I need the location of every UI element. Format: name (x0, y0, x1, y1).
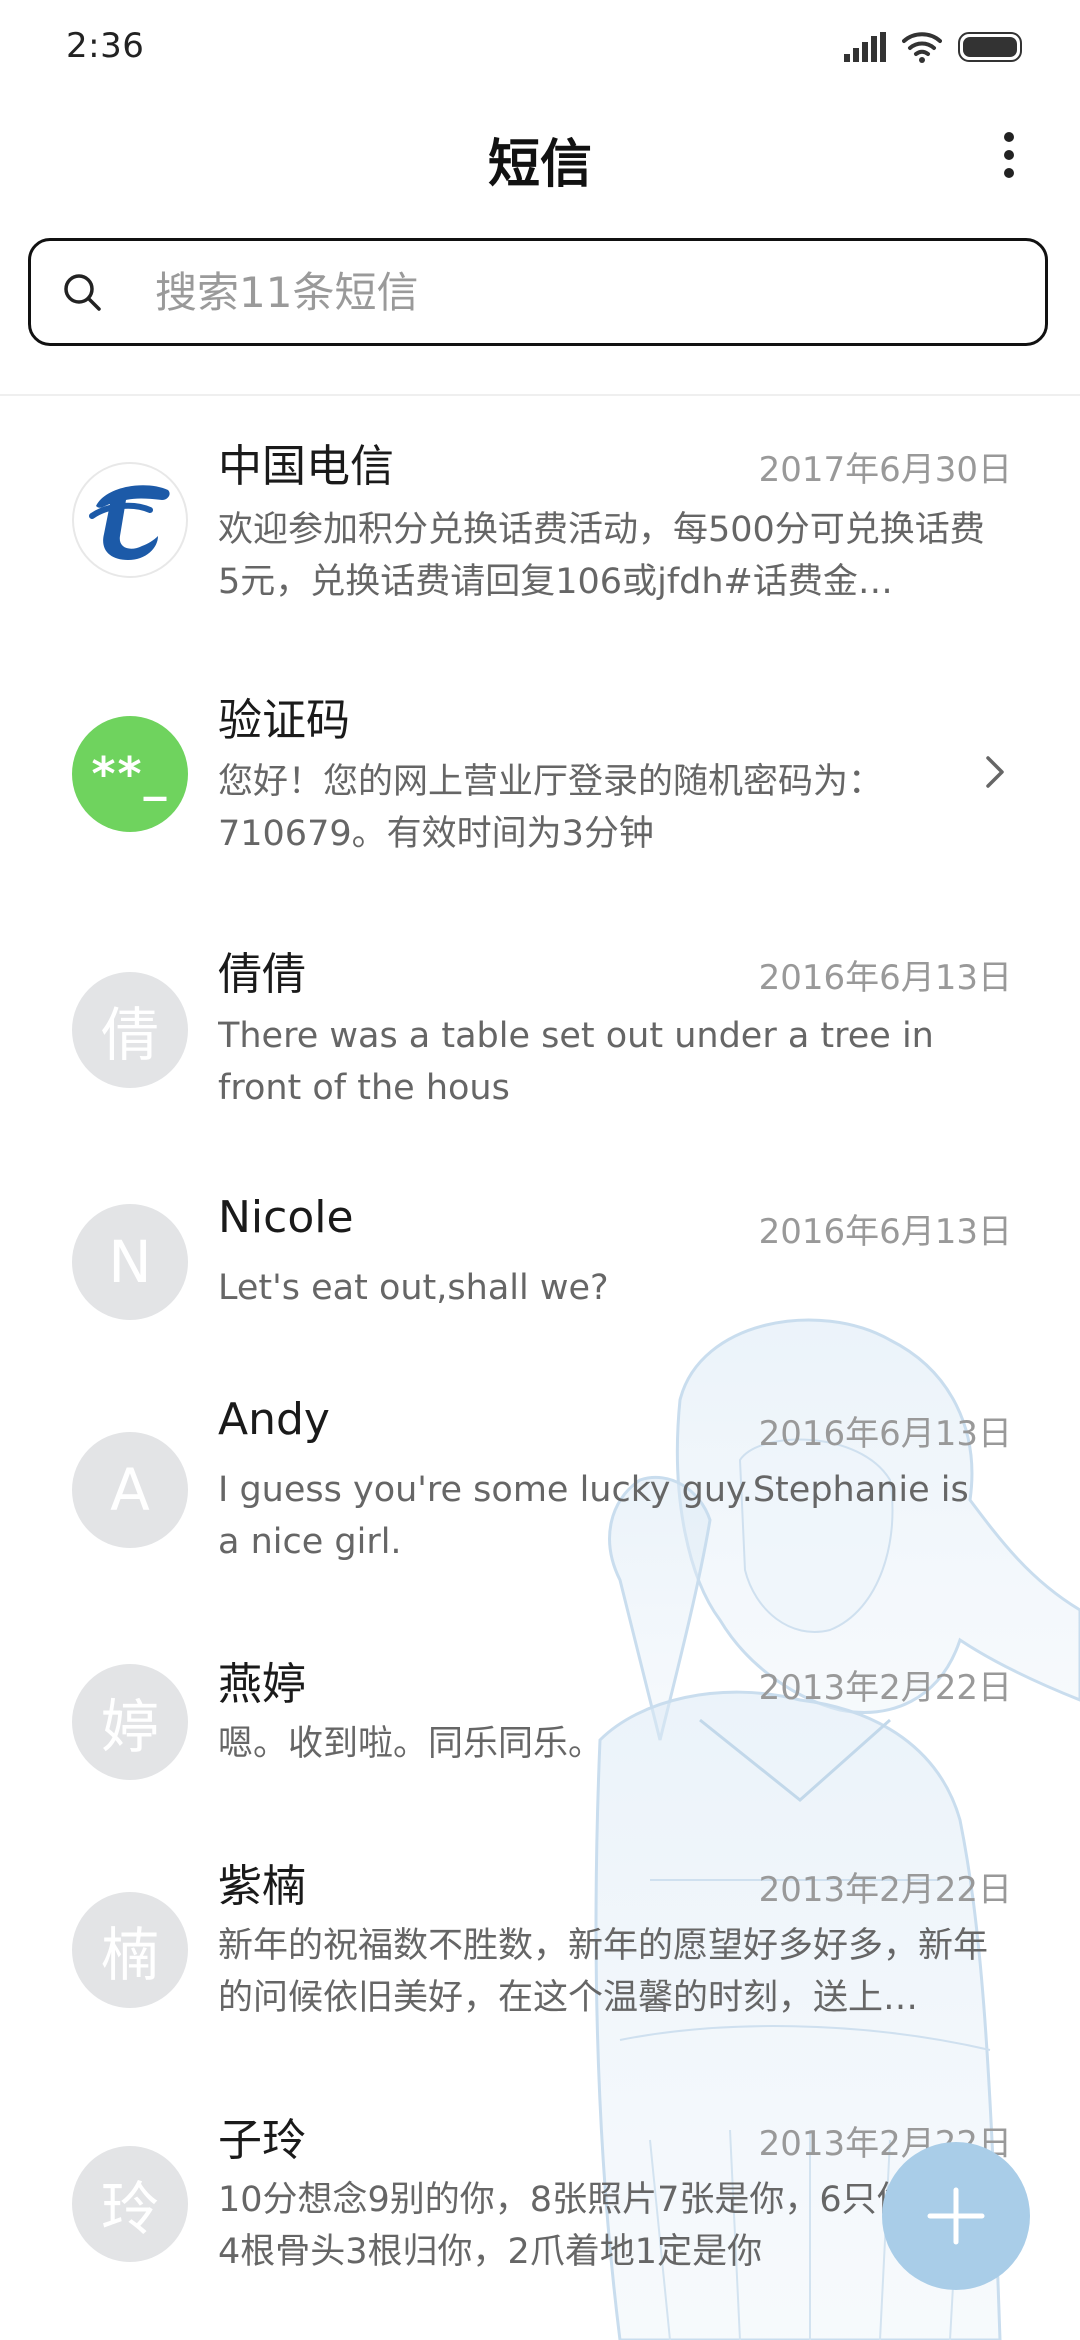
plus-icon (927, 2187, 985, 2245)
contact-name: 验证码 (218, 695, 350, 746)
conversation-item[interactable]: **_ 验证码 您好！您的网上营业厅登录的随机密码为：710679。有效时间为3… (0, 642, 1080, 896)
avatar: 玲 (72, 2146, 188, 2262)
contact-name: 紫楠 (218, 1861, 306, 1912)
title-bar: 短信 (0, 96, 1080, 216)
conversation-item[interactable]: A Andy 2016年6月13日 I guess you're some lu… (0, 1352, 1080, 1606)
avatar: N (72, 1204, 188, 1320)
conversation-item[interactable]: 中国电信 2017年6月30日 欢迎参加积分兑换话费活动，每500分可兑换话费5… (0, 396, 1080, 642)
message-preview: 新年的祝福数不胜数，新年的愿望好多好多，新年的问候依旧美好，在这个温馨的时刻，送… (218, 1926, 989, 2018)
avatar: **_ (72, 716, 188, 832)
conversation-item[interactable]: 倩 倩倩 2016年6月13日 There was a table set ou… (0, 896, 1080, 1150)
search-input[interactable] (123, 241, 1035, 343)
conversation-item[interactable]: 楠 紫楠 2013年2月22日 新年的祝福数不胜数，新年的愿望好多好多，新年的问… (0, 1808, 1080, 2062)
search-icon (64, 274, 101, 311)
message-date: 2016年6月13日 (758, 1414, 1012, 1454)
message-date: 2016年6月13日 (758, 1212, 1012, 1252)
message-preview: 您好！您的网上营业厅登录的随机密码为：710679。有效时间为3分钟 (218, 762, 884, 854)
chevron-right-icon[interactable] (980, 752, 1010, 792)
message-preview: 嗯。收到啦。同乐同乐。 (218, 1724, 604, 1764)
avatar: A (72, 1432, 188, 1548)
message-preview: There was a table set out under a tree i… (218, 1016, 934, 1108)
status-icons (844, 30, 1024, 64)
message-preview: 欢迎参加积分兑换话费活动，每500分可兑换话费5元，兑换话费请回复106或jfd… (218, 510, 985, 602)
china-telecom-logo-icon (89, 485, 170, 560)
message-date: 2013年2月22日 (758, 1870, 1012, 1910)
new-message-button[interactable] (882, 2142, 1030, 2290)
header-divider (0, 394, 1080, 396)
conversation-item[interactable]: 婷 燕婷 2013年2月22日 嗯。收到啦。同乐同乐。 (0, 1606, 1080, 1808)
message-preview: Let's eat out,shall we? (218, 1268, 609, 1308)
contact-name: Andy (218, 1394, 330, 1445)
avatar: 楠 (72, 1892, 188, 2008)
message-date: 2013年2月22日 (758, 1668, 1012, 1708)
more-vertical-icon (1004, 132, 1014, 178)
contact-name: 子玲 (218, 2115, 306, 2166)
contact-name: 倩倩 (218, 949, 306, 1000)
message-date: 2017年6月30日 (758, 450, 1012, 490)
avatar: 婷 (72, 1664, 188, 1780)
search-box[interactable] (28, 238, 1048, 346)
signal-icon (844, 32, 886, 62)
wifi-icon (902, 32, 942, 63)
status-bar: 2:36 (0, 0, 1080, 96)
status-time: 2:36 (66, 26, 145, 66)
contact-name: 燕婷 (218, 1659, 306, 1710)
conversation-item[interactable]: N Nicole 2016年6月13日 Let's eat out,shall … (0, 1150, 1080, 1352)
message-preview: I guess you're some lucky guy.Stephanie … (218, 1470, 969, 1562)
more-options-button[interactable] (974, 120, 1044, 190)
battery-icon (958, 32, 1022, 62)
message-preview: 10分想念9别的你，8张照片7张是你，6只像你，4根骨头3根归你，2爪着地1定是… (218, 2180, 982, 2272)
avatar (72, 462, 188, 578)
contact-name: Nicole (218, 1192, 354, 1243)
message-date: 2016年6月13日 (758, 958, 1012, 998)
avatar: 倩 (72, 972, 188, 1088)
page-title: 短信 (487, 135, 592, 195)
contact-name: 中国电信 (218, 441, 394, 492)
